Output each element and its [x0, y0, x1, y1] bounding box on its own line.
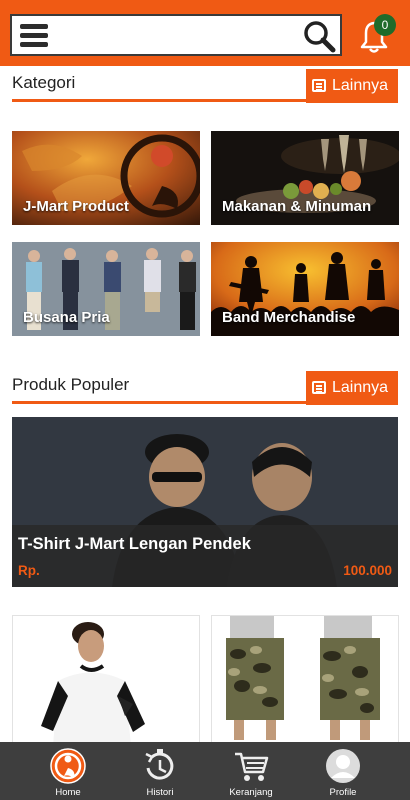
category-tile-band-merchandise[interactable]: Band Merchandise	[211, 242, 399, 336]
category-label: J-Mart Product	[23, 198, 129, 215]
nav-keranjang-label: Keranjang	[229, 787, 273, 798]
search-bar	[10, 14, 342, 56]
kategori-more-button[interactable]: Lainnya	[306, 69, 398, 103]
nav-histori-label: Histori	[146, 787, 174, 798]
populer-section-header: Produk Populer Lainnya	[12, 371, 398, 407]
section-divider	[12, 401, 312, 404]
featured-product-card[interactable]: T-Shirt J-Mart Lengan Pendek Rp. 100.000	[12, 417, 398, 587]
list-icon	[312, 79, 326, 92]
featured-product-name: T-Shirt J-Mart Lengan Pendek	[18, 535, 251, 553]
bottom-navigation: Home Histori Keranjang Profile	[0, 742, 410, 800]
home-logo-icon	[50, 748, 86, 784]
profile-avatar-icon	[326, 749, 360, 783]
history-timer-icon	[145, 749, 174, 780]
category-label: Band Merchandise	[222, 309, 356, 326]
populer-title: Produk Populer	[12, 375, 130, 394]
category-tile-makanan-minuman[interactable]: Makanan & Minuman	[211, 131, 399, 225]
category-tile-busana-pria[interactable]: Busana Pria	[12, 242, 200, 336]
kategori-title: Kategori	[12, 73, 76, 92]
list-icon	[312, 381, 326, 394]
nav-profile-label: Profile	[329, 787, 357, 798]
notification-count-badge: 0	[374, 14, 396, 36]
notification-button[interactable]: 0	[354, 14, 398, 56]
category-label: Makanan & Minuman	[222, 198, 372, 215]
populer-more-button[interactable]: Lainnya	[306, 371, 398, 405]
product-card[interactable]	[211, 615, 399, 745]
populer-more-label: Lainnya	[332, 379, 389, 396]
top-header: 0	[0, 0, 410, 66]
product-image	[13, 616, 199, 744]
nav-keranjang[interactable]: Keranjang	[206, 742, 296, 800]
nav-home[interactable]: Home	[23, 742, 113, 800]
nav-profile[interactable]: Profile	[298, 742, 388, 800]
product-card[interactable]	[12, 615, 200, 745]
category-label: Busana Pria	[23, 309, 110, 326]
hamburger-menu-icon[interactable]	[18, 22, 50, 50]
kategori-section-header: Kategori Lainnya	[12, 69, 398, 105]
search-input[interactable]	[58, 20, 298, 50]
app-screen: 0 Kategori Lainnya J-Mart Product Makana…	[0, 0, 410, 800]
product-image	[212, 616, 398, 744]
featured-product-price: 100.000	[343, 563, 392, 578]
cart-icon	[235, 752, 269, 781]
section-divider	[12, 99, 312, 102]
nav-home-label: Home	[55, 787, 81, 798]
category-tile-jmart-product[interactable]: J-Mart Product	[12, 131, 200, 225]
nav-histori[interactable]: Histori	[115, 742, 205, 800]
featured-product-info: T-Shirt J-Mart Lengan Pendek Rp. 100.000	[12, 525, 398, 587]
magnifier-icon[interactable]	[302, 19, 336, 53]
kategori-more-label: Lainnya	[332, 77, 389, 94]
featured-product-currency: Rp.	[18, 563, 40, 578]
